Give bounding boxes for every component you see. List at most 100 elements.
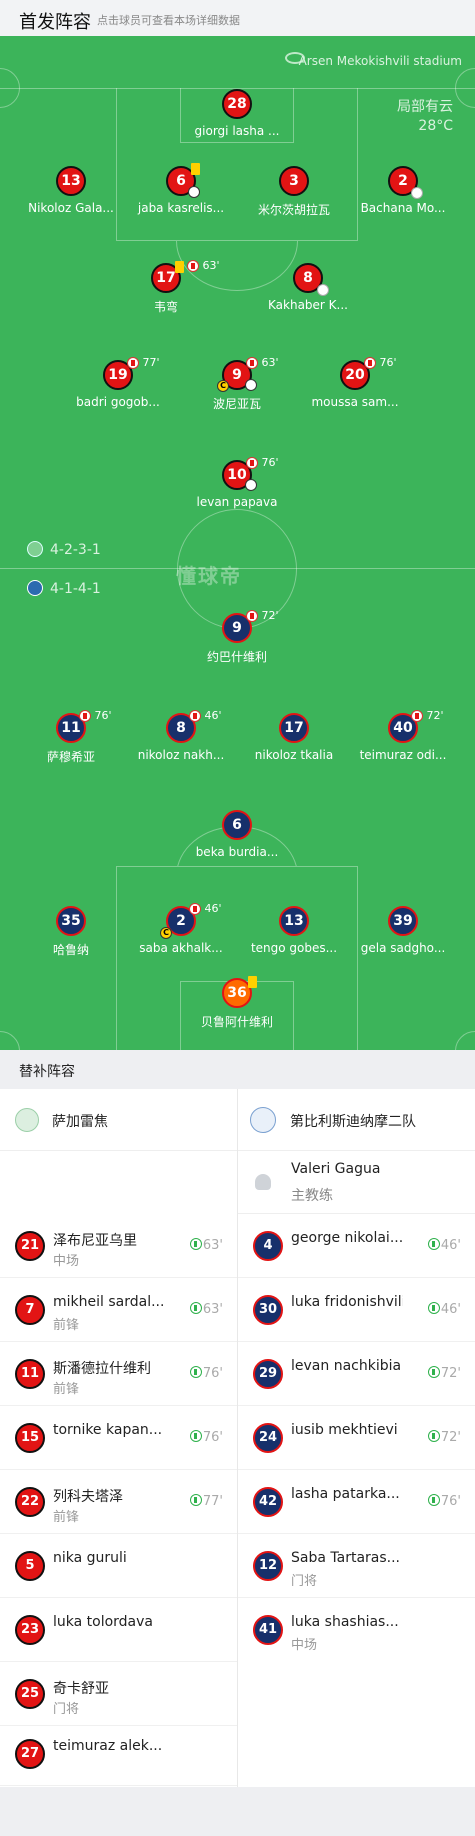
swap-position-icon — [411, 187, 423, 199]
sub-position: 前锋 — [53, 1382, 80, 1397]
away-player-13[interactable]: 13 tengo gobes... — [234, 906, 354, 955]
home-sub-23[interactable]: 23 luka tolordava — [0, 1598, 237, 1662]
venue-name: Arsen Mekokishvili stadium — [298, 54, 462, 68]
sub-in-icon — [427, 1430, 440, 1442]
sub-out-minute: 63' — [202, 259, 220, 272]
sub-number: 21 — [15, 1231, 45, 1261]
player-name: teimuraz odi... — [359, 748, 447, 762]
away-sub-24[interactable]: 24 iusib mekhtievi 72' — [238, 1406, 475, 1470]
sub-in-time: 46' — [427, 1238, 461, 1253]
away-player-8[interactable]: 8 nikoloz nakh... — [121, 713, 241, 762]
player-name: Nikoloz Gala... — [28, 201, 114, 215]
sub-in-time: 76' — [189, 1430, 223, 1445]
sub-in-minute: 76' — [202, 1366, 223, 1381]
sub-out-icon — [364, 357, 376, 369]
home-sub-11[interactable]: 11 斯潘德拉什维利 前锋 76' — [0, 1342, 237, 1406]
home-sub-5[interactable]: 5 nika guruli — [0, 1534, 237, 1598]
away-sub-12[interactable]: 12 Saba Tartaras... 门将 — [238, 1534, 475, 1598]
away-player-17[interactable]: 17 nikoloz tkalia — [234, 713, 354, 762]
sub-out-event: 77' — [127, 356, 160, 369]
player-name: 波尼亚瓦 — [212, 397, 261, 411]
away-player-2[interactable]: 2 saba akhalk... — [121, 906, 241, 955]
sub-position: 中场 — [53, 1254, 80, 1269]
away-formation: 4-1-4-1 — [50, 581, 101, 597]
away-player-35[interactable]: 35 哈鲁纳 — [11, 906, 131, 958]
sub-out-minute: 72' — [426, 709, 444, 722]
home-player-9[interactable]: 9 波尼亚瓦 — [177, 360, 297, 412]
sub-number: 7 — [15, 1295, 45, 1325]
sub-in-icon — [427, 1494, 440, 1506]
home-sub-15[interactable]: 15 tornike kapan... 76' — [0, 1406, 237, 1470]
player-number: 39 — [388, 906, 418, 936]
sub-out-icon — [187, 260, 199, 272]
player-name: 约巴什维利 — [206, 650, 267, 664]
home-sub-25[interactable]: 25 奇卡舒亚 门将 — [0, 1662, 237, 1726]
sub-out-icon — [189, 903, 201, 915]
sub-number: 23 — [15, 1615, 45, 1645]
home-sub-21[interactable]: 21 泽布尼亚乌里 中场 63' — [0, 1214, 237, 1278]
away-team-logo-icon — [250, 1107, 276, 1133]
swap-position-icon — [317, 284, 329, 296]
home-player-6[interactable]: 6 jaba kasrelis... — [121, 166, 241, 215]
sub-in-time: 46' — [427, 1302, 461, 1317]
sub-out-minute: 63' — [261, 356, 279, 369]
away-team-name: 第比利斯迪纳摩二队 — [290, 1114, 416, 1130]
home-player-20[interactable]: 20 moussa sam... — [295, 360, 415, 409]
player-name: 韦弯 — [153, 300, 178, 314]
home-player-10[interactable]: 10 levan papava — [177, 460, 297, 509]
home-player-28[interactable]: 28 giorgi lasha ... — [177, 89, 297, 138]
player-number: 13 — [56, 166, 86, 196]
player-name: jaba kasrelis... — [137, 201, 225, 215]
sub-name: iusib mekhtievi — [291, 1422, 398, 1438]
sub-in-time: 72' — [427, 1430, 461, 1445]
away-coach[interactable]: Valeri Gagua 主教练 — [238, 1152, 475, 1214]
sub-in-icon — [427, 1302, 440, 1314]
player-name: badri gogob... — [76, 395, 160, 409]
sub-number: 24 — [253, 1423, 283, 1453]
home-sub-27[interactable]: 27 teimuraz alek... — [0, 1722, 237, 1786]
home-player-13[interactable]: 13 Nikoloz Gala... — [11, 166, 131, 215]
sub-in-minute: 46' — [440, 1238, 461, 1253]
weather-temperature: 28°C — [418, 118, 453, 134]
away-player-9[interactable]: 9 约巴什维利 — [177, 613, 297, 665]
yellow-card-icon — [248, 976, 257, 988]
player-number: 6 — [222, 810, 252, 840]
home-player-3[interactable]: 3 米尔茨胡拉瓦 — [234, 166, 354, 218]
sub-in-icon — [427, 1366, 440, 1378]
subs-header: 替补阵容 — [0, 1050, 475, 1089]
player-name: beka burdia... — [195, 845, 279, 859]
sub-number: 25 — [15, 1679, 45, 1709]
away-sub-30[interactable]: 30 luka fridonishvili 46' — [238, 1278, 475, 1342]
sub-out-icon — [127, 357, 139, 369]
home-player-2[interactable]: 2 Bachana Mo... — [343, 166, 463, 215]
page-subtitle: 点击球员可查看本场详细数据 — [97, 14, 240, 27]
sub-name: luka fridonishvili — [291, 1294, 403, 1310]
sub-in-time: 63' — [189, 1302, 223, 1317]
home-player-8[interactable]: 8 Kakhaber K... — [248, 263, 368, 312]
home-formation: 4-2-3-1 — [50, 542, 101, 558]
page-title: 首发阵容 — [19, 12, 91, 33]
away-sub-41[interactable]: 41 luka shashias... 中场 — [238, 1598, 475, 1662]
sub-position: 中场 — [291, 1638, 318, 1653]
player-name: levan papava — [196, 495, 278, 509]
sub-out-icon — [189, 710, 201, 722]
away-player-39[interactable]: 39 gela sadgho... — [343, 906, 463, 955]
home-player-19[interactable]: 19 badri gogob... — [58, 360, 178, 409]
home-sub-7[interactable]: 7 mikheil sardal... 前锋 63' — [0, 1278, 237, 1342]
away-sub-4[interactable]: 4 george nikolai... 46' — [238, 1214, 475, 1278]
player-name: 贝鲁阿什维利 — [200, 1015, 273, 1029]
sub-number: 11 — [15, 1359, 45, 1389]
away-player-11[interactable]: 11 萨穆希亚 — [11, 713, 131, 765]
away-sub-42[interactable]: 42 lasha patarka... 76' — [238, 1470, 475, 1534]
home-sub-22[interactable]: 22 列科夫塔泽 前锋 77' — [0, 1470, 237, 1534]
sub-out-icon — [79, 710, 91, 722]
away-player-6[interactable]: 6 beka burdia... — [177, 810, 297, 859]
yellow-card-icon — [191, 163, 200, 175]
away-goalkeeper-36[interactable]: 36 贝鲁阿什维利 — [177, 978, 297, 1030]
sub-out-minute: 76' — [261, 456, 279, 469]
sub-out-minute: 77' — [142, 356, 160, 369]
player-number: 17 — [279, 713, 309, 743]
away-sub-29[interactable]: 29 levan nachkibia 72' — [238, 1342, 475, 1406]
sub-position: 前锋 — [53, 1510, 80, 1525]
away-player-40[interactable]: 40 teimuraz odi... — [343, 713, 463, 762]
